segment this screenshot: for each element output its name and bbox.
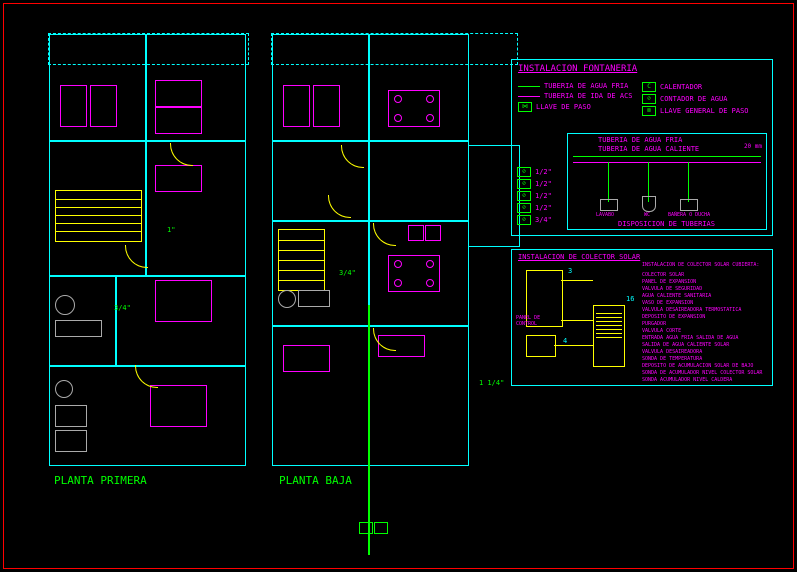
stairs [278,229,325,291]
furniture-appliance [425,225,441,241]
wall [115,275,117,365]
wall [273,220,468,222]
furniture-sofa [283,345,330,372]
furniture-bed [155,280,212,322]
fixture-icon [600,199,618,211]
drawing-canvas[interactable]: PLANTA PRIMERA 1" 3/4" [3,3,794,569]
fixture-icon [680,199,698,211]
furniture-bed [150,385,207,427]
door [135,365,158,388]
solar-tank [593,305,625,367]
fixture-wc [55,380,73,398]
door [125,245,148,268]
pipe-line-hot [573,162,761,163]
fixture-label: LAVABO [596,212,614,218]
fixture-sink [55,320,102,337]
pipe-caption: DISPOSICION DE TUBERIAS [618,220,715,228]
furniture-sofa [283,85,310,127]
valve-symbol [374,522,388,534]
fixture-wc [55,295,75,315]
furniture-appliance [408,225,424,241]
dim-label: 3/4" [339,269,356,277]
furniture-table [388,255,440,292]
floorplan-first [49,34,246,466]
pipe-disposition-diagram: TUBERIA DE AGUA FRIA TUBERIA DE AGUA CAL… [567,133,767,230]
num: 3 [568,267,572,275]
legend-title: INSTALACION DE COLECTOR SOLAR [518,253,766,261]
door [373,223,396,246]
furniture-sofa [90,85,117,127]
pipe-title-hot: TUBERIA DE AGUA CALIENTE [598,145,699,153]
furniture-table [388,90,440,127]
floorplan-ground [272,34,469,466]
pipe-main [368,305,370,555]
door [341,145,364,168]
wall [273,325,468,327]
furniture-bed [155,107,202,134]
legend-row: TUBERIA DE AGUA FRIA [518,82,642,90]
pipe-diam: 20 mm [744,143,762,150]
furniture-bed [155,165,202,192]
wall [273,140,468,142]
legend-solar: INSTALACION DE COLECTOR SOLAR [511,249,773,386]
solar-pump [526,335,556,357]
legend-row: TUBERIA DE IDA DE ACS [518,92,642,100]
roof-hatch [48,33,249,65]
wall [50,275,245,277]
dim-label: 3/4" [114,304,131,312]
furniture-bed [155,80,202,107]
legend-row: ⊠LLAVE GENERAL DE PASO [642,106,766,116]
dim-label: 1" [167,226,175,234]
legend-row: ⋈LLAVE DE PASO [518,102,642,112]
num: 4 [563,337,567,345]
stairs [55,190,142,242]
fixture-icon [642,196,656,212]
door [328,195,351,218]
legend-title: INSTALACION FONTANERIA [518,64,766,74]
furniture-sofa [60,85,87,127]
fixture-label: BAÑERA O DUCHA [668,212,710,218]
wall [145,35,147,275]
fixture-sink [298,290,330,307]
pipe-title-cold: TUBERIA DE AGUA FRIA [598,136,682,144]
fixture-tub [55,430,87,452]
legend-fontaneria: INSTALACION FONTANERIA TUBERIA DE AGUA F… [511,59,773,236]
fixture-tub [55,405,87,427]
dim-label: 1 1/4" [479,379,504,387]
solar-diagram: 3 4 16 PANEL DE CONTROL [518,265,633,377]
wall [50,140,245,142]
label-planta-baja: PLANTA BAJA [279,474,352,487]
num: 16 [626,295,634,303]
panel-label: PANEL DE CONTROL [516,315,546,327]
door [373,328,396,351]
fixture-wc [278,290,296,308]
furniture-sofa [313,85,340,127]
meter-symbol [359,522,373,534]
pipe-line-cold [573,156,761,157]
pipe-sizes: ⊘1/2" ⊘1/2" ⊘1/2" ⊘1/2" ⊘3/4" [517,165,562,227]
solar-item-list: INSTALACION DE COLECTOR SOLAR CUBIERTA: … [642,262,768,384]
label-planta-primera: PLANTA PRIMERA [54,474,147,487]
fixture-label: WC [644,212,650,218]
legend-row: CCALENTADOR [642,82,766,92]
patio-hatch [271,33,518,65]
legend-row: ⊘CONTADOR DE AGUA [642,94,766,104]
door [170,143,193,166]
